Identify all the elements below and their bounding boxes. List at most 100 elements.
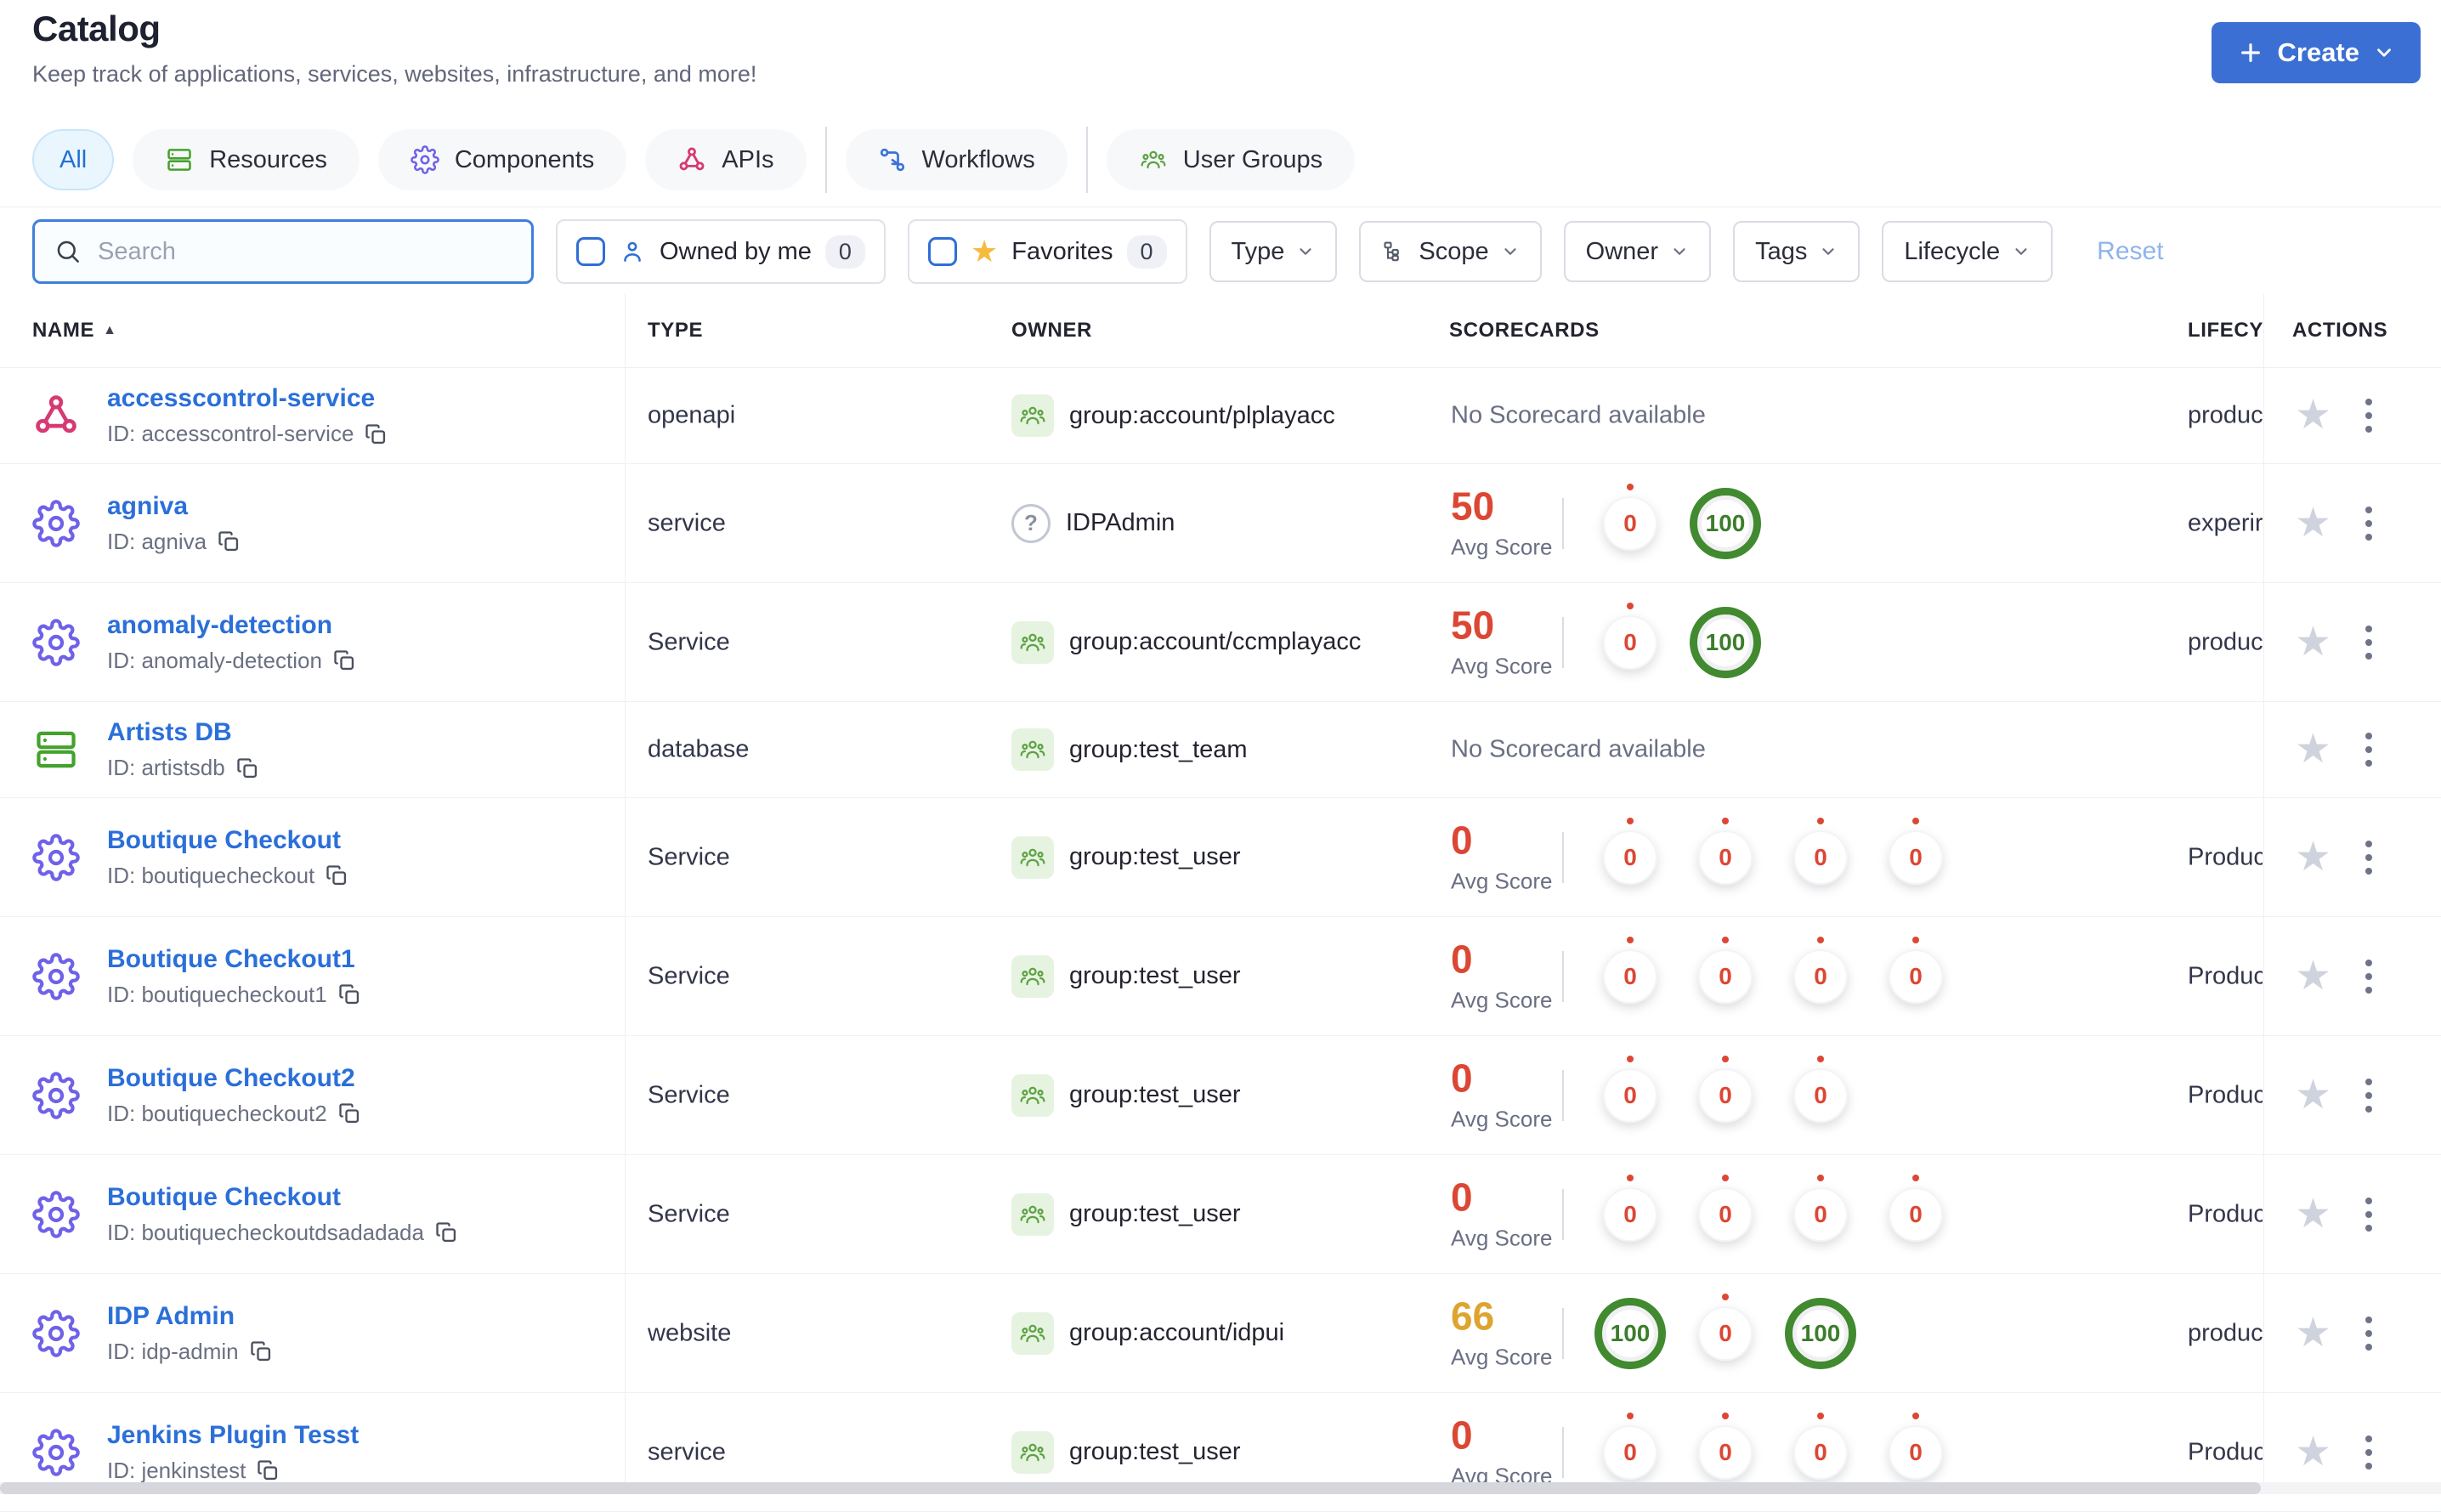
favorite-star-icon[interactable]: ★ xyxy=(2295,621,2331,663)
tab-resources[interactable]: Resources xyxy=(133,129,360,190)
entity-name-link[interactable]: Boutique Checkout1 xyxy=(107,945,355,973)
avg-score-label: Avg Score xyxy=(1451,1225,1553,1250)
score-divider xyxy=(1562,497,1564,549)
scorecard-gauge[interactable]: 0 xyxy=(1698,1055,1753,1123)
favorite-star-icon[interactable]: ★ xyxy=(2295,729,2331,770)
copy-icon[interactable] xyxy=(364,422,388,446)
scorecard-gauge[interactable]: 0 xyxy=(1603,1055,1657,1123)
scorecard-gauge[interactable]: 100 xyxy=(1594,1297,1666,1369)
copy-icon[interactable] xyxy=(434,1220,458,1244)
scorecard-gauge[interactable]: 100 xyxy=(1690,487,1761,559)
entity-name-link[interactable]: Boutique Checkout xyxy=(107,826,341,854)
scope-dropdown[interactable]: Scope xyxy=(1359,221,1542,282)
scorecard-gauge[interactable]: 100 xyxy=(1785,1297,1856,1369)
tab-apis[interactable]: APIs xyxy=(645,129,807,190)
kebab-menu-icon[interactable] xyxy=(2360,394,2377,438)
kebab-menu-icon[interactable] xyxy=(2360,1073,2377,1118)
search-input[interactable] xyxy=(98,237,513,266)
gauge-tick xyxy=(1627,817,1634,824)
favorites-checkbox[interactable] xyxy=(927,237,957,266)
scorecard-gauge[interactable]: 0 xyxy=(1698,1293,1753,1361)
copy-icon[interactable] xyxy=(217,529,241,553)
tags-dropdown[interactable]: Tags xyxy=(1733,221,1860,282)
name-text-block: Jenkins Plugin Tesst ID: jenkinstest xyxy=(107,1421,359,1484)
kebab-menu-icon[interactable] xyxy=(2360,954,2377,999)
reset-filters-link[interactable]: Reset xyxy=(2097,237,2163,266)
scorecard-gauge[interactable]: 0 xyxy=(1793,936,1848,1004)
scorecard-gauge[interactable]: 0 xyxy=(1603,1412,1657,1480)
group-icon xyxy=(1011,954,1054,998)
gauge-tick xyxy=(1817,817,1824,824)
owner-dropdown[interactable]: Owner xyxy=(1563,221,1712,282)
scorecard-gauge[interactable]: 0 xyxy=(1698,936,1753,1004)
scorecard-gauge[interactable]: 0 xyxy=(1793,1174,1848,1242)
kebab-menu-icon[interactable] xyxy=(2360,1192,2377,1237)
tab-workflows[interactable]: Workflows xyxy=(845,129,1068,190)
type-dropdown[interactable]: Type xyxy=(1209,221,1338,282)
scorecard-gauge[interactable]: 100 xyxy=(1690,606,1761,678)
scorecard-gauge[interactable]: 0 xyxy=(1603,602,1657,670)
entity-name-link[interactable]: anomaly-detection xyxy=(107,611,332,639)
entity-id-line: ID: boutiquecheckoutdsadadada xyxy=(107,1220,458,1246)
scorecard-gauge[interactable]: 0 xyxy=(1698,817,1753,885)
entity-name-link[interactable]: Jenkins Plugin Tesst xyxy=(107,1421,359,1449)
lifecycle-dropdown[interactable]: Lifecycle xyxy=(1882,221,2053,282)
scorecard-gauge[interactable]: 0 xyxy=(1889,1174,1943,1242)
scorecard-gauge[interactable]: 0 xyxy=(1889,817,1943,885)
create-button[interactable]: Create xyxy=(2211,22,2421,83)
favorite-star-icon[interactable]: ★ xyxy=(2295,502,2331,544)
scorecard-gauge[interactable]: 0 xyxy=(1793,1412,1848,1480)
copy-icon[interactable] xyxy=(235,756,259,780)
owned-by-me-filter[interactable]: Owned by me 0 xyxy=(556,219,886,284)
kebab-menu-icon[interactable] xyxy=(2360,1430,2377,1475)
tab-user-groups[interactable]: User Groups xyxy=(1106,129,1356,190)
avg-score-block: 0 Avg Score xyxy=(1451,1058,1552,1132)
scorecard-gauge[interactable]: 0 xyxy=(1889,936,1943,1004)
gear-icon xyxy=(32,618,80,666)
favorites-filter[interactable]: ★ Favorites 0 xyxy=(907,219,1187,284)
horizontal-scrollbar[interactable] xyxy=(0,1482,2261,1494)
copy-icon[interactable] xyxy=(249,1339,273,1363)
kebab-menu-icon[interactable] xyxy=(2360,501,2377,546)
favorite-star-icon[interactable]: ★ xyxy=(2295,1193,2331,1235)
scorecard-gauge[interactable]: 0 xyxy=(1603,1174,1657,1242)
tab-components[interactable]: Components xyxy=(377,129,627,190)
entity-name-link[interactable]: Artists DB xyxy=(107,718,232,746)
entity-name-link[interactable]: agniva xyxy=(107,492,188,520)
scorecard-gauge[interactable]: 0 xyxy=(1603,936,1657,1004)
favorite-star-icon[interactable]: ★ xyxy=(2295,1431,2331,1473)
entity-name-link[interactable]: Boutique Checkout2 xyxy=(107,1064,355,1092)
favorite-star-icon[interactable]: ★ xyxy=(2295,836,2331,878)
scorecard-gauge[interactable]: 0 xyxy=(1698,1412,1753,1480)
copy-icon[interactable] xyxy=(332,648,356,672)
scorecard-gauge[interactable]: 0 xyxy=(1603,483,1657,551)
entity-name-link[interactable]: IDP Admin xyxy=(107,1302,235,1330)
owned-by-me-checkbox[interactable] xyxy=(576,237,605,266)
scorecard-gauge[interactable]: 0 xyxy=(1793,817,1848,885)
copy-icon[interactable] xyxy=(337,983,361,1006)
entity-name-link[interactable]: accesscontrol-service xyxy=(107,384,375,412)
copy-icon[interactable] xyxy=(337,1101,361,1125)
owner-cell: group:test_user xyxy=(1011,1192,1241,1236)
favorite-star-icon[interactable]: ★ xyxy=(2295,1312,2331,1354)
favorite-star-icon[interactable]: ★ xyxy=(2295,395,2331,436)
favorite-star-icon[interactable]: ★ xyxy=(2295,955,2331,997)
kebab-menu-icon[interactable] xyxy=(2360,1311,2377,1356)
favorite-star-icon[interactable]: ★ xyxy=(2295,1074,2331,1116)
scorecards-cell: 0 Avg Score 0 0 0 0 xyxy=(1449,798,2197,916)
scorecard-gauge[interactable]: 0 xyxy=(1698,1174,1753,1242)
copy-icon[interactable] xyxy=(325,864,348,887)
entity-name-link[interactable]: Boutique Checkout xyxy=(107,1183,341,1211)
kebab-menu-icon[interactable] xyxy=(2360,835,2377,880)
column-header-name[interactable]: NAME ▲ xyxy=(32,319,117,343)
group-icon xyxy=(1011,620,1054,664)
scorecard-gauge[interactable]: 0 xyxy=(1603,817,1657,885)
kebab-menu-icon[interactable] xyxy=(2360,728,2377,772)
copy-icon[interactable] xyxy=(256,1458,280,1482)
scorecard-gauge[interactable]: 0 xyxy=(1889,1412,1943,1480)
tab-all[interactable]: All xyxy=(32,129,115,190)
kebab-menu-icon[interactable] xyxy=(2360,620,2377,665)
horizontal-scrollbar-track xyxy=(0,1482,2441,1494)
lifecycle-cell: produc xyxy=(2188,628,2263,655)
scorecard-gauge[interactable]: 0 xyxy=(1793,1055,1848,1123)
